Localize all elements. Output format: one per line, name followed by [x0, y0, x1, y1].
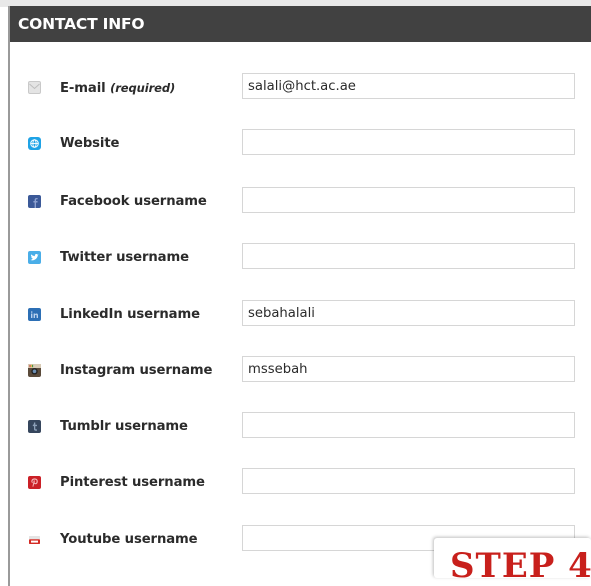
required-note: (required) [110, 81, 176, 95]
website-label: Website [60, 136, 120, 151]
email-label: E-mail (required) [60, 81, 176, 96]
envelope-icon [28, 81, 41, 94]
field-row-email: E-mail (required) [10, 73, 591, 103]
field-row-website: Website [10, 129, 591, 159]
linkedin-icon [28, 308, 41, 321]
tumblr-icon [28, 420, 41, 433]
facebook-icon [28, 195, 41, 208]
email-input[interactable] [242, 73, 575, 99]
field-row-instagram: Instagram username [10, 356, 591, 386]
twitter-input[interactable] [242, 243, 575, 269]
instagram-label: Instagram username [60, 363, 213, 378]
facebook-label: Facebook username [60, 194, 207, 209]
pinterest-input[interactable] [242, 468, 575, 494]
youtube-icon [28, 533, 41, 546]
instagram-input[interactable] [242, 356, 575, 382]
field-row-twitter: Twitter username [10, 243, 591, 273]
globe-icon [28, 137, 41, 150]
section-title: CONTACT INFO [18, 15, 145, 33]
pinterest-icon [28, 476, 41, 489]
step-label: STEP 4 [450, 546, 591, 586]
linkedin-label: LinkedIn username [60, 307, 200, 322]
twitter-label: Twitter username [60, 250, 189, 265]
section-header: CONTACT INFO [10, 6, 591, 42]
field-row-linkedin: LinkedIn username [10, 300, 591, 330]
field-row-facebook: Facebook username [10, 187, 591, 217]
website-input[interactable] [242, 129, 575, 155]
contact-info-panel: CONTACT INFO E-mail (required) Website [8, 6, 591, 586]
facebook-input[interactable] [242, 187, 575, 213]
twitter-icon [28, 251, 41, 264]
step-overlay: STEP 4 [434, 538, 591, 586]
pinterest-label: Pinterest username [60, 475, 205, 490]
field-row-pinterest: Pinterest username [10, 468, 591, 498]
field-row-tumblr: Tumblr username [10, 412, 591, 442]
linkedin-input[interactable] [242, 300, 575, 326]
tumblr-input[interactable] [242, 412, 575, 438]
instagram-icon [28, 364, 41, 377]
tumblr-label: Tumblr username [60, 419, 188, 434]
youtube-label: Youtube username [60, 532, 198, 547]
